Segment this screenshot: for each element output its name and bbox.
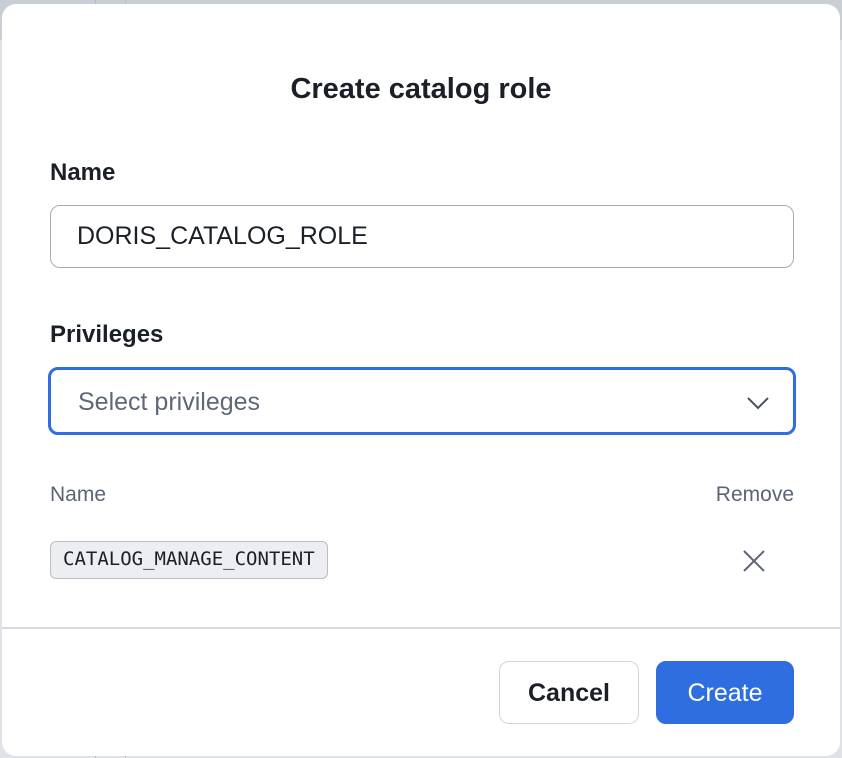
column-header-remove: Remove xyxy=(715,483,794,506)
name-input[interactable] xyxy=(50,205,794,268)
dialog-title: Create catalog role xyxy=(290,73,552,105)
privilege-row: CATALOG_MANAGE_CONTENT xyxy=(50,541,794,581)
privileges-select[interactable]: Select privileges xyxy=(48,367,796,435)
privilege-tag: CATALOG_MANAGE_CONTENT xyxy=(50,541,328,579)
create-button[interactable]: Create xyxy=(656,661,794,724)
close-icon[interactable] xyxy=(740,547,768,575)
cancel-button[interactable]: Cancel xyxy=(499,661,639,724)
privileges-select-placeholder: Select privileges xyxy=(78,388,261,416)
chevron-down-icon xyxy=(747,397,769,410)
create-catalog-role-dialog: Create catalog role Name Privileges Sele… xyxy=(2,4,840,756)
column-header-name: Name xyxy=(50,483,107,506)
footer-divider xyxy=(2,627,840,629)
privileges-label: Privileges xyxy=(50,321,164,348)
name-label: Name xyxy=(50,159,116,186)
